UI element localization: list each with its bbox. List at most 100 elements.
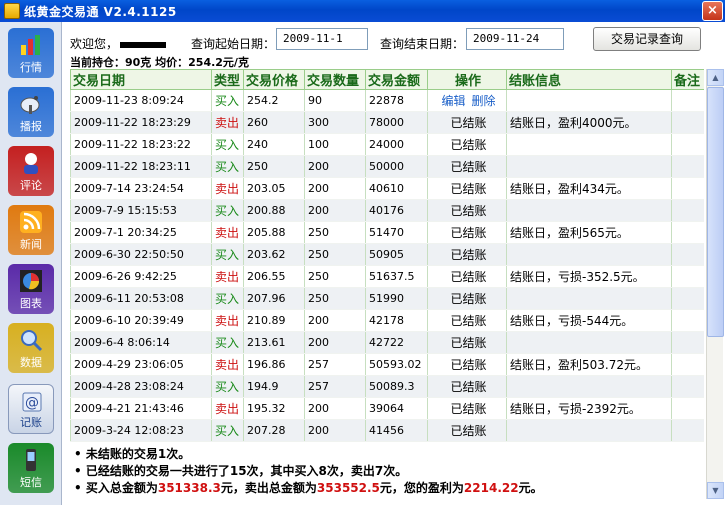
cell-price: 195.32: [243, 397, 305, 420]
end-date-input[interactable]: 2009-11-24: [466, 28, 564, 50]
edit-link[interactable]: 编辑: [441, 94, 465, 108]
sidebar-item-7[interactable]: 短信: [8, 443, 54, 493]
cell-price: 207.28: [243, 419, 305, 442]
sidebar-item-5[interactable]: 数据: [8, 323, 54, 373]
cell-settle-info: [506, 331, 672, 354]
column-header-col-amount[interactable]: 交易金额: [365, 69, 428, 90]
cell-action: 已结账: [427, 309, 507, 332]
column-header-col-qty[interactable]: 交易数量: [304, 69, 366, 90]
cell-settle-info: [506, 375, 672, 398]
end-date-label: 查询结束日期：: [380, 37, 465, 51]
cell-action: 已结账: [427, 331, 507, 354]
table-row[interactable]: 2009-7-9 15:15:53 买入 200.88 200 40176 已结账: [70, 199, 704, 222]
table-row[interactable]: 2009-4-29 23:06:05 卖出 196.86 257 50593.02 已结账…: [70, 353, 704, 376]
table-row[interactable]: 2009-11-22 18:23:22 买入 240 100 24000 已结账: [70, 133, 704, 156]
summary-panel: • 未结账的交易1次。 • 已经结账的交易一共进行了15次，其中买入8次，卖出7…: [70, 446, 704, 502]
cell-settle-info: 结账日，亏损-544元。: [506, 309, 672, 332]
table-row[interactable]: 2009-6-4 8:06:14 买入 213.61 200 42722 已结账: [70, 331, 704, 354]
sidebar-item-label: 播报: [20, 120, 42, 133]
cell-type: 买入: [211, 199, 244, 222]
cell-note: [671, 287, 704, 310]
cell-note: [671, 177, 704, 200]
table-row[interactable]: 2009-6-10 20:39:49 卖出 210.89 200 42178 已结账 结账日…: [70, 309, 704, 332]
table-row[interactable]: 2009-6-30 22:50:50 买入 203.62 250 50905 已结账: [70, 243, 704, 266]
cell-amount: 41456: [365, 419, 428, 442]
cell-date: 2009-7-1 20:34:25: [70, 221, 212, 244]
column-header-col-type[interactable]: 类型: [211, 69, 244, 90]
sidebar-item-1[interactable]: 播报: [8, 87, 54, 137]
cell-price: 207.96: [243, 287, 305, 310]
cell-date: 2009-7-9 15:15:53: [70, 199, 212, 222]
cell-amount: 50000: [365, 155, 428, 178]
cell-note: [671, 331, 704, 354]
query-records-button[interactable]: 交易记录查询: [593, 27, 701, 51]
table-row[interactable]: 2009-7-14 23:24:54 卖出 203.05 200 40610 已结账 结账日…: [70, 177, 704, 200]
table-row[interactable]: 2009-4-28 23:08:24 买入 194.9 257 50089.3 已结账: [70, 375, 704, 398]
cell-settle-info: 结账日，亏损-2392元。: [506, 397, 672, 420]
table-header-row: 交易日期 类型 交易价格 交易数量 交易金额 操作 结账信息 备注: [70, 69, 704, 90]
start-date-input[interactable]: 2009-11-1: [276, 28, 368, 50]
masked-username: [120, 41, 167, 48]
cell-settle-info: 结账日，盈利565元。: [506, 221, 672, 244]
sidebar-item-4[interactable]: 图表: [8, 264, 54, 314]
cell-amount: 50905: [365, 243, 428, 266]
column-header-col-price[interactable]: 交易价格: [243, 69, 305, 90]
table-row[interactable]: 2009-3-24 12:08:23 买入 207.28 200 41456 已结账: [70, 419, 704, 442]
cell-note: [671, 133, 704, 156]
cell-amount: 24000: [365, 133, 428, 156]
sidebar-item-label: 新闻: [20, 238, 42, 251]
column-header-col-action[interactable]: 操作: [427, 69, 507, 90]
sidebar-item-0[interactable]: 行情: [8, 28, 54, 78]
cell-price: 210.89: [243, 309, 305, 332]
cell-settle-info: 结账日，亏损-352.5元。: [506, 265, 672, 288]
sidebar-item-label: 短信: [20, 476, 42, 489]
cell-settle-info: 结账日，盈利4000元。: [506, 111, 672, 134]
close-button[interactable]: ×: [702, 1, 723, 21]
table-row[interactable]: 2009-4-21 21:43:46 卖出 195.32 200 39064 已结账 结账日…: [70, 397, 704, 420]
trade-table: 交易日期 类型 交易价格 交易数量 交易金额 操作 结账信息 备注 2009-11-23 8:…: [70, 69, 704, 443]
profit-total: 2214.22: [463, 481, 519, 495]
scroll-up-icon[interactable]: ▲: [707, 69, 724, 86]
cell-amount: 78000: [365, 111, 428, 134]
cell-type: 买入: [211, 89, 244, 112]
cell-type: 卖出: [211, 111, 244, 134]
table-row[interactable]: 2009-6-26 9:42:25 卖出 206.55 250 51637.5 已结账 结账…: [70, 265, 704, 288]
title-bar: 纸黄金交易通 V2.4.1125 ×: [0, 0, 725, 22]
cell-amount: 42722: [365, 331, 428, 354]
delete-link[interactable]: 删除: [472, 94, 496, 108]
column-header-col-date[interactable]: 交易日期: [70, 69, 212, 90]
scroll-down-icon[interactable]: ▼: [707, 482, 724, 499]
cell-note: [671, 353, 704, 376]
table-row[interactable]: 2009-11-22 18:23:29 卖出 260 300 78000 已结账 结账日，盈…: [70, 111, 704, 134]
cell-note: [671, 221, 704, 244]
cell-amount: 39064: [365, 397, 428, 420]
window-title: 纸黄金交易通 V2.4.1125: [24, 4, 177, 19]
cell-price: 250: [243, 155, 305, 178]
sidebar-item-2[interactable]: 评论: [8, 146, 54, 196]
welcome-text: 欢迎您，: [70, 35, 167, 52]
cell-type: 买入: [211, 287, 244, 310]
cell-settle-info: 结账日，盈利503.72元。: [506, 353, 672, 376]
table-row[interactable]: 2009-7-1 20:34:25 卖出 205.88 250 51470 已结账 结账日，…: [70, 221, 704, 244]
cell-date: 2009-11-22 18:23:29: [70, 111, 212, 134]
cell-date: 2009-4-29 23:06:05: [70, 353, 212, 376]
bar-chart-icon: [19, 33, 43, 57]
column-header-col-settle-info[interactable]: 结账信息: [506, 69, 672, 90]
sidebar-item-label: 行情: [20, 61, 42, 74]
sidebar-item-6[interactable]: @ 记账: [8, 384, 54, 434]
cell-action: 已结账: [427, 199, 507, 222]
column-header-col-note[interactable]: 备注: [671, 69, 704, 90]
cell-action: 已结账: [427, 177, 507, 200]
cell-amount: 40610: [365, 177, 428, 200]
cell-qty: 200: [304, 309, 366, 332]
table-row[interactable]: 2009-11-23 8:09:24 买入 254.2 90 22878 编辑 删除: [70, 89, 704, 112]
cell-qty: 250: [304, 243, 366, 266]
scroll-thumb[interactable]: [707, 87, 724, 337]
sidebar-item-3[interactable]: 新闻: [8, 205, 54, 255]
table-row[interactable]: 2009-11-22 18:23:11 买入 250 200 50000 已结账: [70, 155, 704, 178]
table-row[interactable]: 2009-6-11 20:53:08 买入 207.96 250 51990 已结账: [70, 287, 704, 310]
vertical-scrollbar[interactable]: ▲ ▼: [706, 69, 724, 499]
cell-type: 卖出: [211, 265, 244, 288]
cell-action: 已结账: [427, 243, 507, 266]
cell-type: 卖出: [211, 177, 244, 200]
